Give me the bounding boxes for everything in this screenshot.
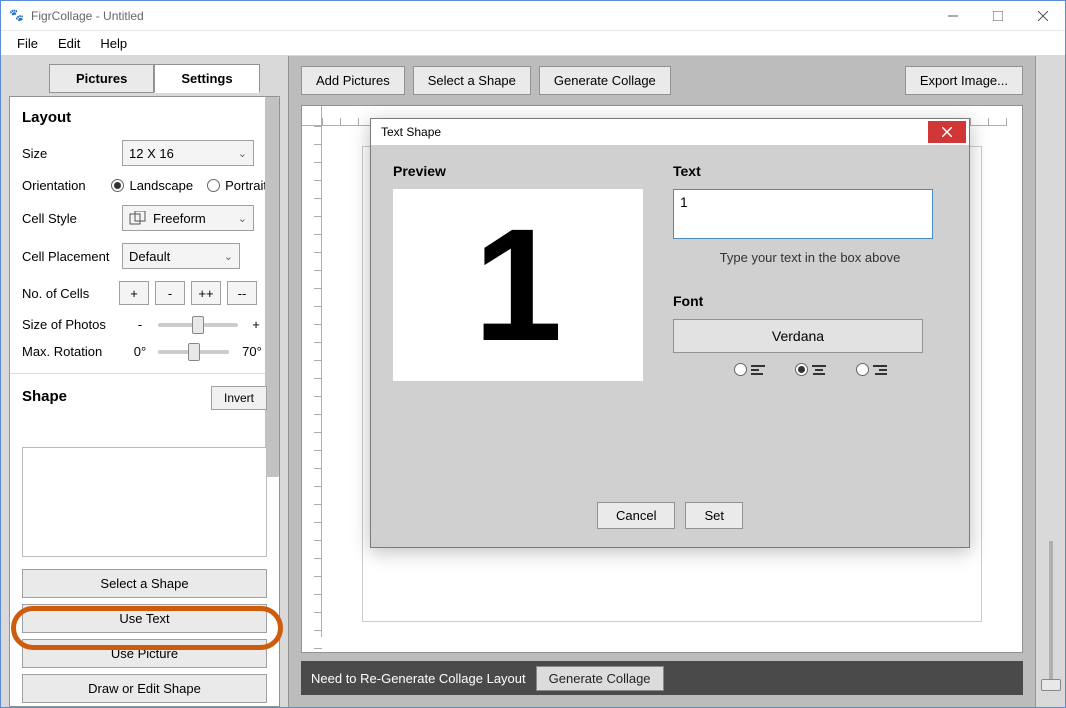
chevron-down-icon: ⌄: [238, 212, 247, 225]
window-controls: [930, 1, 1065, 30]
font-label: Font: [673, 293, 947, 309]
freeform-icon: [129, 211, 147, 225]
size-label: Size: [22, 146, 122, 161]
export-image-button[interactable]: Export Image...: [905, 66, 1023, 95]
minimize-button[interactable]: [930, 1, 975, 30]
status-message: Need to Re-Generate Collage Layout: [311, 671, 526, 686]
tab-pictures[interactable]: Pictures: [49, 64, 154, 93]
ruler-vertical: [302, 106, 322, 637]
preview-glyph: 1: [474, 205, 563, 365]
align-right-icon: [873, 365, 887, 375]
chevron-down-icon: ⌄: [238, 147, 247, 160]
text-hint: Type your text in the box above: [673, 250, 947, 265]
font-select-button[interactable]: Verdana: [673, 319, 923, 353]
radio-icon: [207, 179, 220, 192]
cells-label: No. of Cells: [22, 286, 122, 301]
cell-placement-select[interactable]: Default⌄: [122, 243, 240, 269]
use-text-button[interactable]: Use Text: [22, 604, 267, 633]
cells-inc2-button[interactable]: ++: [191, 281, 221, 305]
orientation-landscape[interactable]: Landscape: [111, 178, 193, 193]
rotation-max: 70°: [237, 344, 267, 359]
use-picture-button[interactable]: Use Picture: [22, 639, 267, 668]
status-bar: Need to Re-Generate Collage Layout Gener…: [301, 661, 1023, 695]
dialog-titlebar[interactable]: Text Shape: [371, 119, 969, 145]
status-generate-button[interactable]: Generate Collage: [536, 666, 664, 691]
text-label: Text: [673, 163, 947, 179]
size-select[interactable]: 12 X 16⌄: [122, 140, 254, 166]
radio-icon: [111, 179, 124, 192]
tab-settings[interactable]: Settings: [154, 64, 259, 93]
cells-dec-button[interactable]: -: [155, 281, 185, 305]
chevron-down-icon: ⌄: [224, 250, 233, 263]
select-shape-button[interactable]: Select a Shape: [22, 569, 267, 598]
text-input[interactable]: [673, 189, 933, 239]
align-left-icon: [751, 365, 765, 375]
photo-size-min: -: [130, 317, 150, 332]
rotation-label: Max. Rotation: [22, 344, 122, 359]
orientation-portrait[interactable]: Portrait: [207, 178, 267, 193]
select-shape-toolbar-button[interactable]: Select a Shape: [413, 66, 531, 95]
cancel-button[interactable]: Cancel: [597, 502, 675, 529]
rotation-slider[interactable]: [158, 350, 229, 354]
preview-label: Preview: [393, 163, 643, 179]
menu-file[interactable]: File: [7, 34, 48, 53]
orientation-label: Orientation: [22, 178, 111, 193]
radio-icon: [795, 363, 808, 376]
align-center[interactable]: [795, 363, 826, 376]
align-center-icon: [812, 365, 826, 375]
radio-icon: [856, 363, 869, 376]
shape-preview: [22, 447, 267, 557]
menu-help[interactable]: Help: [90, 34, 137, 53]
align-left[interactable]: [734, 363, 765, 376]
align-right[interactable]: [856, 363, 887, 376]
zoom-strip: [1035, 56, 1065, 707]
set-button[interactable]: Set: [685, 502, 743, 529]
radio-icon: [734, 363, 747, 376]
add-pictures-button[interactable]: Add Pictures: [301, 66, 405, 95]
app-icon: 🐾: [9, 8, 25, 24]
photo-size-label: Size of Photos: [22, 317, 122, 332]
close-button[interactable]: [1020, 1, 1065, 30]
cells-inc-button[interactable]: +: [119, 281, 149, 305]
cell-style-select[interactable]: Freeform ⌄: [122, 205, 254, 231]
cell-style-label: Cell Style: [22, 211, 122, 226]
text-preview: 1: [393, 189, 643, 381]
zoom-slider[interactable]: [1036, 541, 1065, 691]
layout-heading: Layout: [10, 97, 279, 134]
dialog-title: Text Shape: [381, 125, 441, 139]
menu-edit[interactable]: Edit: [48, 34, 90, 53]
invert-button[interactable]: Invert: [211, 386, 267, 410]
generate-collage-button[interactable]: Generate Collage: [539, 66, 671, 95]
cell-placement-label: Cell Placement: [22, 249, 122, 264]
close-icon: [942, 127, 952, 137]
rotation-min: 0°: [130, 344, 150, 359]
text-shape-dialog: Text Shape Preview 1 Text Type your text…: [370, 118, 970, 548]
titlebar: 🐾 FigrCollage - Untitled: [1, 1, 1065, 31]
maximize-button[interactable]: [975, 1, 1020, 30]
menubar: File Edit Help: [1, 31, 1065, 56]
photo-size-max: +: [246, 317, 266, 332]
settings-panel: Pictures Settings Layout Size 12 X 16⌄ O…: [1, 56, 289, 707]
window-title: FigrCollage - Untitled: [31, 9, 930, 23]
dialog-close-button[interactable]: [928, 121, 966, 143]
cells-dec2-button[interactable]: --: [227, 281, 257, 305]
top-toolbar: Add Pictures Select a Shape Generate Col…: [289, 56, 1035, 105]
photo-size-slider[interactable]: [158, 323, 238, 327]
draw-edit-shape-button[interactable]: Draw or Edit Shape: [22, 674, 267, 703]
